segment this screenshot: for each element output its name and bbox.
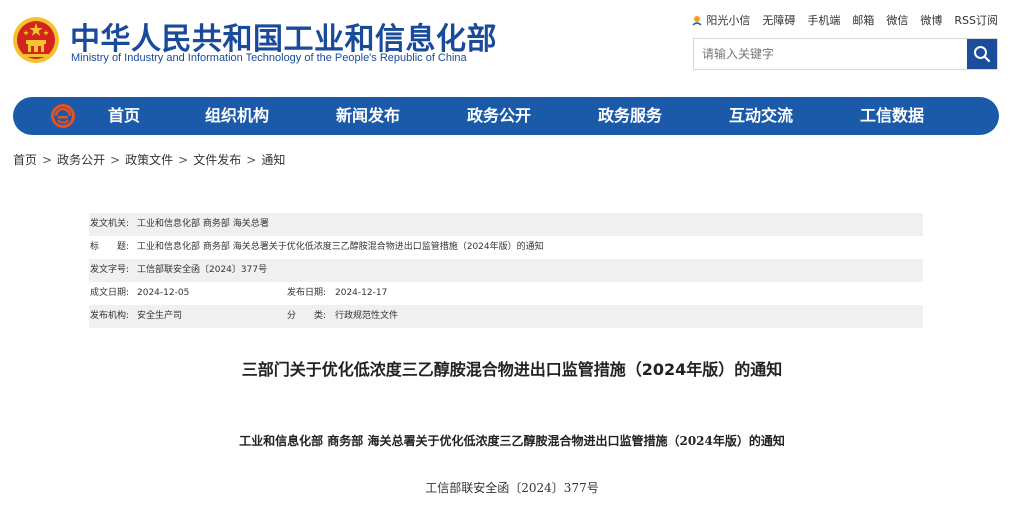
- meta-label: 标 题:: [90, 242, 130, 252]
- breadcrumb-separator: >: [110, 153, 121, 167]
- top-links: 阳光小信 无障碍 手机端 邮箱 微信 微博 RSS订阅: [691, 12, 998, 28]
- meta-row-dates: 成文日期: 2024-12-05 发布日期: 2024-12-17: [89, 282, 923, 305]
- main-nav: 首页 组织机构 新闻发布 政务公开 政务服务 互动交流 工信数据: [13, 97, 999, 135]
- toplink-accessibility[interactable]: 无障碍: [762, 12, 795, 28]
- toplink-rss[interactable]: RSS订阅: [954, 12, 998, 28]
- meta-value: 2024-12-17: [335, 288, 388, 298]
- ministry-logo-icon[interactable]: [49, 102, 77, 130]
- search-box: [693, 38, 998, 70]
- toplink-wechat[interactable]: 微信: [886, 12, 908, 28]
- nav-item-interaction[interactable]: 互动交流: [729, 97, 793, 135]
- meta-value: 工信部联安全函〔2024〕377号: [137, 265, 268, 275]
- sun-icon: [692, 16, 702, 26]
- toplink-weibo[interactable]: 微博: [920, 12, 942, 28]
- meta-row-issuer: 发文机关: 工业和信息化部 商务部 海关总署: [89, 213, 923, 236]
- nav-item-news[interactable]: 新闻发布: [336, 97, 400, 135]
- breadcrumb-separator: >: [178, 153, 189, 167]
- breadcrumb-item-policy-files[interactable]: 政策文件: [125, 153, 173, 167]
- meta-row-title: 标 题: 工业和信息化部 商务部 海关总署关于优化低浓度三乙醇胺混合物进出口监管…: [89, 236, 923, 259]
- meta-label: 发布机构:: [90, 311, 130, 321]
- nav-item-organization[interactable]: 组织机构: [205, 97, 269, 135]
- site-subtitle: Ministry of Industry and Information Tec…: [71, 52, 467, 64]
- breadcrumb-item-file-release[interactable]: 文件发布: [193, 153, 241, 167]
- meta-value: 工业和信息化部 商务部 海关总署关于优化低浓度三乙醇胺混合物进出口监管措施（20…: [137, 242, 544, 252]
- toplink-email[interactable]: 邮箱: [852, 12, 874, 28]
- nav-item-data[interactable]: 工信数据: [860, 97, 924, 135]
- breadcrumb-item-open-government[interactable]: 政务公开: [57, 153, 105, 167]
- meta-row-agency: 发布机构: 安全生产司 分 类: 行政规范性文件: [89, 305, 923, 328]
- meta-label: 分 类:: [287, 311, 327, 321]
- nav-item-home[interactable]: 首页: [108, 97, 140, 135]
- meta-value: 安全生产司: [137, 311, 183, 321]
- meta-label: 发文机关:: [90, 219, 130, 229]
- nav-item-government-services[interactable]: 政务服务: [598, 97, 662, 135]
- meta-label: 发文字号:: [90, 265, 130, 275]
- meta-value: 行政规范性文件: [335, 311, 399, 321]
- search-icon: [974, 46, 991, 63]
- meta-value: 工业和信息化部 商务部 海关总署: [137, 219, 269, 229]
- site-header: 中华人民共和国工业和信息化部 Ministry of Industry and …: [0, 0, 1024, 90]
- search-button[interactable]: [967, 39, 997, 69]
- meta-row-docno: 发文字号: 工信部联安全函〔2024〕377号: [89, 259, 923, 282]
- meta-label: 发布日期:: [287, 288, 327, 298]
- nav-item-open-government[interactable]: 政务公开: [467, 97, 531, 135]
- toplink-mobile[interactable]: 手机端: [807, 12, 840, 28]
- breadcrumb: 首页 > 政务公开 > 政策文件 > 文件发布 > 通知: [13, 151, 285, 168]
- breadcrumb-separator: >: [42, 153, 53, 167]
- search-input[interactable]: [694, 39, 968, 69]
- breadcrumb-separator: >: [246, 153, 257, 167]
- breadcrumb-item-home[interactable]: 首页: [13, 153, 37, 167]
- article-subtitle: 工业和信息化部 商务部 海关总署关于优化低浓度三乙醇胺混合物进出口监管措施（20…: [239, 434, 785, 448]
- breadcrumb-item-notice[interactable]: 通知: [261, 153, 285, 167]
- document-meta-table: 发文机关: 工业和信息化部 商务部 海关总署 标 题: 工业和信息化部 商务部 …: [89, 213, 923, 328]
- article-title: 三部门关于优化低浓度三乙醇胺混合物进出口监管措施（2024年版）的通知: [241, 360, 783, 379]
- toplink-sunshine[interactable]: 阳光小信: [691, 12, 750, 28]
- meta-label: 成文日期:: [90, 288, 130, 298]
- toplink-label: 阳光小信: [706, 14, 751, 27]
- national-emblem-icon[interactable]: [12, 14, 60, 66]
- meta-value: 2024-12-05: [137, 288, 190, 298]
- article-doc-number: 工信部联安全函〔2024〕377号: [425, 481, 599, 495]
